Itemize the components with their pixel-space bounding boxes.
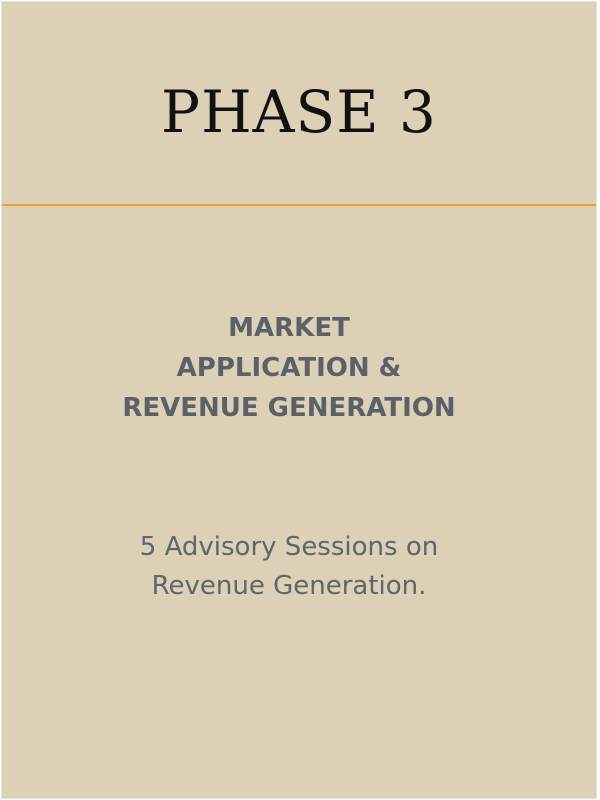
section-heading-line-2: APPLICATION &: [176, 353, 402, 383]
phase-description: 5 Advisory Sessions on Revenue Generatio…: [2, 528, 576, 606]
phase-title: PHASE 3: [161, 78, 437, 146]
section-heading-line-1: MARKET: [228, 313, 350, 343]
description-line-1: 5 Advisory Sessions on: [139, 532, 439, 562]
description-line-2: Revenue Generation.: [151, 571, 427, 601]
section-heading: MARKET APPLICATION & REVENUE GENERATION: [2, 308, 576, 428]
section-heading-line-3: REVENUE GENERATION: [122, 393, 456, 423]
title-divider: [2, 204, 596, 206]
phase-card: PHASE 3 MARKET APPLICATION & REVENUE GEN…: [1, 1, 597, 799]
